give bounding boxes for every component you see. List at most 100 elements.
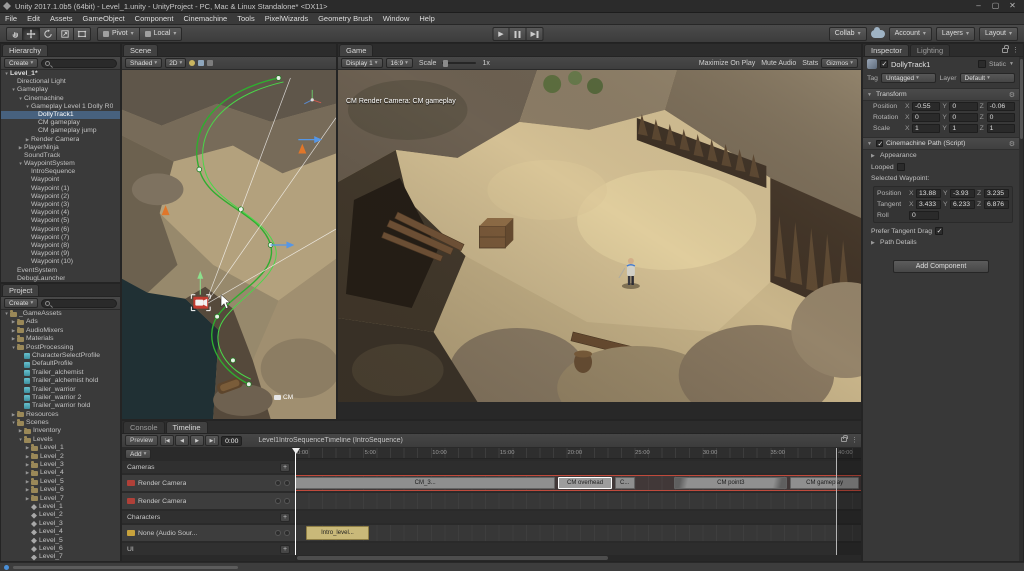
project-item-postprocessing[interactable]: ▼ PostProcessing bbox=[1, 344, 120, 352]
rect-tool-button[interactable] bbox=[74, 26, 91, 41]
timeline-lock-icon[interactable] bbox=[841, 434, 848, 442]
static-dropdown-arrow[interactable]: ▼ bbox=[1009, 61, 1015, 67]
project-item-defaultprofile[interactable]: DefaultProfile bbox=[1, 360, 120, 368]
scene-effects-icon[interactable] bbox=[207, 60, 214, 66]
hierarchy-item-waypoint-2[interactable]: Waypoint (2) bbox=[1, 193, 120, 201]
foldout-arrow-icon[interactable]: ▼ bbox=[867, 141, 873, 147]
hierarchy-create-dropdown[interactable]: Create bbox=[4, 58, 39, 68]
scale-slider-knob[interactable] bbox=[443, 59, 449, 67]
menu-help[interactable]: Help bbox=[414, 13, 439, 24]
tab-console[interactable]: Console bbox=[123, 421, 165, 433]
rotation-z-field[interactable]: 0 bbox=[986, 113, 1015, 122]
project-item-level-5[interactable]: Level_5 bbox=[1, 537, 120, 545]
hierarchy-search-input[interactable] bbox=[41, 58, 117, 68]
appearance-foldout[interactable]: ▶ Appearance bbox=[863, 150, 1019, 161]
timeline-clip-cm-point3[interactable]: CM point3 bbox=[674, 477, 788, 489]
waypoint-tangent-z-field[interactable]: 6.876 bbox=[984, 200, 1009, 209]
hierarchy-item-waypoint[interactable]: Waypoint bbox=[1, 176, 120, 184]
tab-hierarchy[interactable]: Hierarchy bbox=[2, 44, 49, 56]
project-item-level-2[interactable]: ▶ Level_2 bbox=[1, 453, 120, 461]
foldout-arrow-icon[interactable]: ▼ bbox=[10, 86, 17, 94]
hierarchy-item-gameplay-level-1-dolly-r0[interactable]: ▼ Gameplay Level 1 Dolly R0 bbox=[1, 103, 120, 111]
foldout-arrow-icon[interactable]: ▶ bbox=[24, 136, 31, 144]
transport-button[interactable]: ◀ bbox=[175, 435, 190, 446]
project-item-trailer-warrior[interactable]: Trailer_warrior bbox=[1, 386, 120, 394]
hierarchy-item-cm-gameplay[interactable]: CM gameplay bbox=[1, 119, 120, 127]
add-track-button[interactable]: + bbox=[280, 512, 290, 522]
gear-icon[interactable]: ⚙ bbox=[1009, 140, 1015, 148]
scale-y-field[interactable]: 1 bbox=[949, 124, 978, 133]
project-item-trailer-alchemist-hold[interactable]: Trailer_alchemist hold bbox=[1, 377, 120, 385]
active-checkbox[interactable] bbox=[880, 60, 888, 68]
scale-slider[interactable] bbox=[442, 59, 477, 67]
waypoint-tangent-x-field[interactable]: 3.433 bbox=[916, 200, 941, 209]
hierarchy-item-eventsystem[interactable]: EventSystem bbox=[1, 267, 120, 275]
foldout-arrow-icon[interactable]: ▶ bbox=[24, 478, 31, 486]
foldout-arrow-icon[interactable]: ▼ bbox=[17, 160, 24, 168]
tab-inspector[interactable]: Inspector bbox=[864, 44, 909, 56]
hand-tool-button[interactable] bbox=[6, 26, 23, 41]
scale-z-field[interactable]: 1 bbox=[986, 124, 1015, 133]
timeline-clip-cm-overhead[interactable]: CM overhead bbox=[558, 477, 612, 489]
layer-dropdown[interactable]: Default bbox=[959, 73, 1016, 83]
project-item-level-3[interactable]: Level_3 bbox=[1, 520, 120, 528]
transport-button[interactable]: ▶| bbox=[205, 435, 220, 446]
foldout-arrow-icon[interactable]: ▼ bbox=[17, 95, 24, 103]
project-item-level-4[interactable]: ▶ Level_4 bbox=[1, 469, 120, 477]
project-item-scenes[interactable]: ▼ Scenes bbox=[1, 419, 120, 427]
transport-button[interactable]: ▶ bbox=[190, 435, 205, 446]
minimize-button[interactable]: – bbox=[970, 0, 987, 12]
vcam-gizmo[interactable] bbox=[190, 294, 211, 312]
add-track-button[interactable]: + bbox=[280, 462, 290, 472]
project-create-dropdown[interactable]: Create bbox=[4, 298, 39, 308]
scene-audio-icon[interactable] bbox=[198, 60, 205, 66]
foldout-arrow-icon[interactable]: ▼ bbox=[3, 310, 10, 318]
foldout-arrow-icon[interactable]: ▶ bbox=[24, 495, 31, 503]
hierarchy-item-waypointsystem[interactable]: ▼ WaypointSystem bbox=[1, 160, 120, 168]
preview-toggle[interactable]: Preview bbox=[125, 435, 159, 446]
hierarchy-item-debuglauncher[interactable]: DebugLauncher bbox=[1, 275, 120, 282]
add-track-button[interactable]: + bbox=[280, 544, 290, 554]
foldout-arrow-icon[interactable]: ▶ bbox=[10, 327, 17, 335]
track-lane-render-camera[interactable]: CM_3... CM overhead C... CM point3 CM gamepl… bbox=[295, 475, 861, 491]
tag-dropdown[interactable]: Untagged bbox=[880, 73, 937, 83]
hierarchy-item-waypoint-9[interactable]: Waypoint (9) bbox=[1, 250, 120, 258]
play-button[interactable]: ▶ bbox=[492, 27, 510, 41]
track-lane-none-audio-sour[interactable]: Intro_level... bbox=[295, 525, 861, 541]
project-item-level-1[interactable]: Level_1 bbox=[1, 503, 120, 511]
project-item-level-2[interactable]: Level_2 bbox=[1, 511, 120, 519]
timeline-clip-c[interactable]: C... bbox=[614, 477, 635, 489]
2d-toggle[interactable]: 2D bbox=[165, 58, 187, 68]
step-button[interactable]: ▶ bbox=[526, 27, 544, 41]
transform-component-header[interactable]: ▼ Transform ⚙ bbox=[863, 88, 1019, 101]
hierarchy-item-directional-light[interactable]: Directional Light bbox=[1, 78, 120, 86]
hierarchy-item-level-1[interactable]: ▼ Level_1* bbox=[1, 70, 120, 78]
project-item-trailer-alchemist[interactable]: Trailer_alchemist bbox=[1, 369, 120, 377]
project-item-level-4[interactable]: Level_4 bbox=[1, 528, 120, 536]
timeline-ruler[interactable]: 0:00 5:00 10:00 15:00 20:00 25:00 30:00 35:00 40… bbox=[295, 448, 861, 459]
hierarchy-item-soundtrack[interactable]: SoundTrack bbox=[1, 152, 120, 160]
project-item-characterselectprofile[interactable]: CharacterSelectProfile bbox=[1, 352, 120, 360]
position-y-field[interactable]: 0 bbox=[949, 102, 978, 111]
display-dropdown[interactable]: Display 1 bbox=[341, 58, 383, 68]
waypoint-tangent-y-field[interactable]: 6.233 bbox=[950, 200, 975, 209]
stats-toggle[interactable]: Stats bbox=[799, 60, 821, 67]
hscroll-thumb[interactable] bbox=[297, 556, 609, 560]
waypoint-position-y-field[interactable]: -3.93 bbox=[950, 189, 975, 198]
scale-x-field[interactable]: 1 bbox=[912, 124, 941, 133]
track-lane-characters[interactable] bbox=[295, 511, 861, 523]
inspector-lock-icon[interactable] bbox=[1002, 45, 1009, 53]
project-item-levels[interactable]: ▼ Levels bbox=[1, 436, 120, 444]
track-header-render-camera[interactable]: Render Camera bbox=[122, 493, 295, 509]
track-lane-render-camera[interactable] bbox=[295, 493, 861, 509]
menu-pixelwizards[interactable]: PixelWizards bbox=[260, 13, 313, 24]
hierarchy-item-waypoint-5[interactable]: Waypoint (5) bbox=[1, 217, 120, 225]
status-bar[interactable] bbox=[0, 562, 1024, 571]
maximize-button[interactable]: ▢ bbox=[987, 0, 1004, 12]
project-item-level-7[interactable]: ▶ Level_7 bbox=[1, 495, 120, 503]
component-enabled-checkbox[interactable] bbox=[876, 140, 883, 148]
track-mute-toggle[interactable] bbox=[275, 530, 281, 536]
layers-dropdown[interactable]: Layers bbox=[935, 26, 975, 41]
rotate-tool-button[interactable] bbox=[40, 26, 57, 41]
prefer-tangent-drag-checkbox[interactable] bbox=[935, 227, 944, 235]
